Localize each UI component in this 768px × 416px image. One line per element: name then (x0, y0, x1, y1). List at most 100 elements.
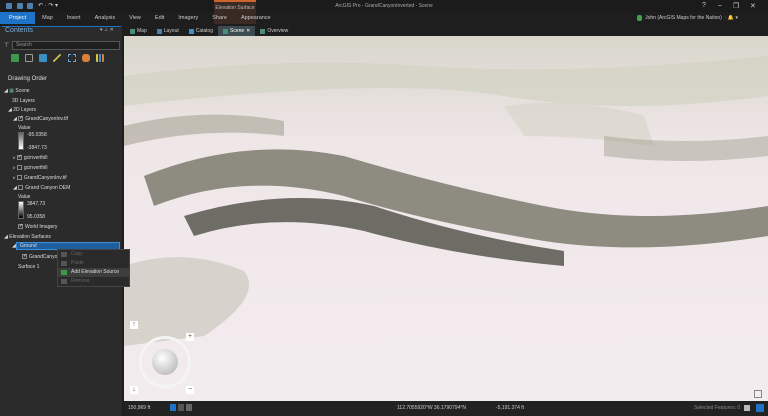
layer-checkbox[interactable] (18, 185, 24, 191)
tree-label: Scene (15, 88, 30, 94)
navigator-globe[interactable] (152, 349, 178, 375)
color-ramp (18, 201, 24, 219)
view-tab-catalog[interactable]: Catalog (184, 26, 218, 36)
close-tab-icon[interactable]: ✕ (246, 26, 250, 36)
menu-item-paste[interactable]: Paste (58, 259, 129, 268)
pause-icon[interactable] (744, 405, 750, 411)
tab-analysis[interactable]: Analysis (88, 12, 122, 24)
add-elevation-icon (61, 270, 67, 275)
user-name: John (ArcGIS Maps for the Nation) (645, 15, 722, 21)
menu-label: Copy (71, 251, 83, 257)
nav-mode-2-icon[interactable] (178, 404, 184, 411)
tree-3d-layers[interactable]: 3D Layers (12, 98, 35, 104)
map-icon (130, 28, 135, 34)
nav-mode-icon[interactable] (170, 404, 176, 411)
layer-checkbox[interactable]: ✓ (16, 155, 22, 161)
filter-icon[interactable]: ⊤ (4, 42, 9, 49)
tree-2d-layers[interactable]: ◢ 2D Layers (8, 107, 36, 113)
layer-checkbox[interactable]: ✓ (18, 116, 23, 122)
tab-appearance[interactable]: Appearance (234, 12, 278, 24)
nav-down-icon[interactable]: ↓ (130, 386, 138, 394)
drawing-order-icon[interactable] (11, 54, 19, 62)
context-menu: Copy Paste Add Elevation Source Remove (57, 249, 130, 287)
layer-checkbox[interactable]: ✓ (22, 254, 27, 260)
tab-label: Scene (229, 28, 245, 34)
catalog-icon (188, 28, 194, 34)
overview-toggle-icon[interactable] (754, 390, 762, 398)
elevation-readout: -5,191.374 ft (496, 405, 525, 411)
help-button[interactable]: ? (702, 2, 706, 9)
menu-item-copy[interactable]: Copy (58, 250, 129, 259)
layer-checkbox[interactable] (16, 165, 22, 171)
legend-high: -95.0358 (27, 132, 47, 138)
tree-label: GrandCanyonInv.tif (25, 116, 68, 122)
tab-label: Catalog (195, 28, 213, 34)
menu-label: Remove (71, 278, 90, 284)
tab-imagery[interactable]: Imagery (171, 12, 205, 24)
tree-scene[interactable]: ◢ ▦ Scene (4, 88, 30, 94)
bell-icon[interactable]: · 🔔 ▾ (725, 15, 738, 21)
tab-edit[interactable]: Edit (148, 12, 171, 24)
layer-grandcanyoninv-2[interactable]: ▹ GrandCanyonInv.tif (13, 175, 67, 181)
zoom-out-button[interactable]: − (186, 386, 194, 394)
close-button[interactable]: ✕ (750, 2, 756, 10)
refresh-icon[interactable] (756, 404, 764, 412)
source-icon[interactable] (25, 54, 33, 62)
editing-icon[interactable] (53, 54, 61, 62)
color-ramp (18, 132, 24, 150)
scale-input[interactable]: 150,969 ft (128, 405, 150, 411)
contents-panel (0, 26, 122, 416)
tab-view[interactable]: View (122, 12, 148, 24)
user-account[interactable]: John (ArcGIS Maps for the Nation) · 🔔 ▾ (637, 15, 738, 21)
user-icon (637, 15, 643, 21)
tree-surface-1[interactable]: Surface 1 (18, 264, 39, 270)
layer-world-imagery[interactable]: ✓ World Imagery (18, 224, 57, 230)
legend-low: -3847.73 (27, 145, 47, 151)
menu-label: Paste (71, 260, 84, 266)
panel-controls[interactable]: ▾ ⊥ ✕ (100, 27, 114, 33)
pause-drawing-icon[interactable] (186, 404, 192, 411)
overview-icon (260, 28, 266, 34)
tab-insert[interactable]: Insert (60, 12, 88, 24)
legend-high: 3847.73 (27, 201, 46, 207)
legend-value-label: Value (18, 194, 31, 200)
tree-elevation-surfaces[interactable]: ◢ Elevation Surfaces (4, 234, 51, 240)
view-tab-layout[interactable]: Layout (152, 26, 184, 36)
layer-grandcanyoninv[interactable]: ◢ ✓ GrandCanyonInv.tif (13, 116, 68, 122)
layer-grand-canyon-dem[interactable]: ◢ Grand Canyon DEM (13, 185, 70, 191)
paste-icon (61, 261, 67, 266)
view-tab-overview[interactable]: Overview (255, 26, 293, 36)
minimize-button[interactable]: – (718, 2, 722, 9)
selection-icon[interactable] (39, 54, 47, 62)
tree-label: 2D Layers (13, 107, 37, 113)
layer-gcinverthill-2[interactable]: ▹ gcinverthill (13, 165, 48, 171)
nav-up-icon[interactable]: ↑ (130, 321, 138, 329)
expand-arrow-icon[interactable]: ◢ (12, 243, 16, 249)
search-input[interactable]: Search (12, 41, 120, 50)
copy-icon (61, 252, 67, 257)
view-tabs: Map Layout Catalog Scene ✕ Overview (125, 26, 293, 36)
view-tab-map[interactable]: Map (125, 26, 152, 36)
tab-project[interactable]: Project (0, 12, 36, 24)
layer-checkbox[interactable] (16, 175, 22, 181)
tab-share[interactable]: Share (205, 12, 234, 24)
selected-features[interactable]: Selected Features: 0 (694, 405, 740, 411)
charts-icon[interactable] (96, 54, 104, 62)
scene-view[interactable]: ↑ + ↓ − (124, 36, 768, 401)
app-title: ArcGIS Pro - GrandCanyonInverted - Scene (335, 3, 433, 9)
tab-map[interactable]: Map (35, 12, 60, 24)
restore-button[interactable]: ❐ (733, 2, 739, 10)
scene-icon: ▦ (9, 88, 14, 94)
layout-icon (156, 28, 162, 34)
layer-gcinverthill[interactable]: ▹ ✓ gcinverthill (13, 155, 48, 161)
snapping-icon[interactable] (68, 54, 76, 62)
labeling-icon[interactable] (82, 54, 90, 62)
menu-item-remove[interactable]: Remove (58, 277, 129, 286)
drawing-order-heading: Drawing Order (8, 76, 48, 82)
menu-item-add-elevation-source[interactable]: Add Elevation Source (58, 268, 129, 277)
tree-label: gcinverthill (23, 165, 48, 171)
layer-checkbox[interactable]: ✓ (18, 224, 23, 230)
view-tab-scene[interactable]: Scene ✕ (217, 26, 256, 36)
tree-label: gcinverthill (23, 155, 48, 161)
zoom-in-button[interactable]: + (186, 333, 194, 341)
